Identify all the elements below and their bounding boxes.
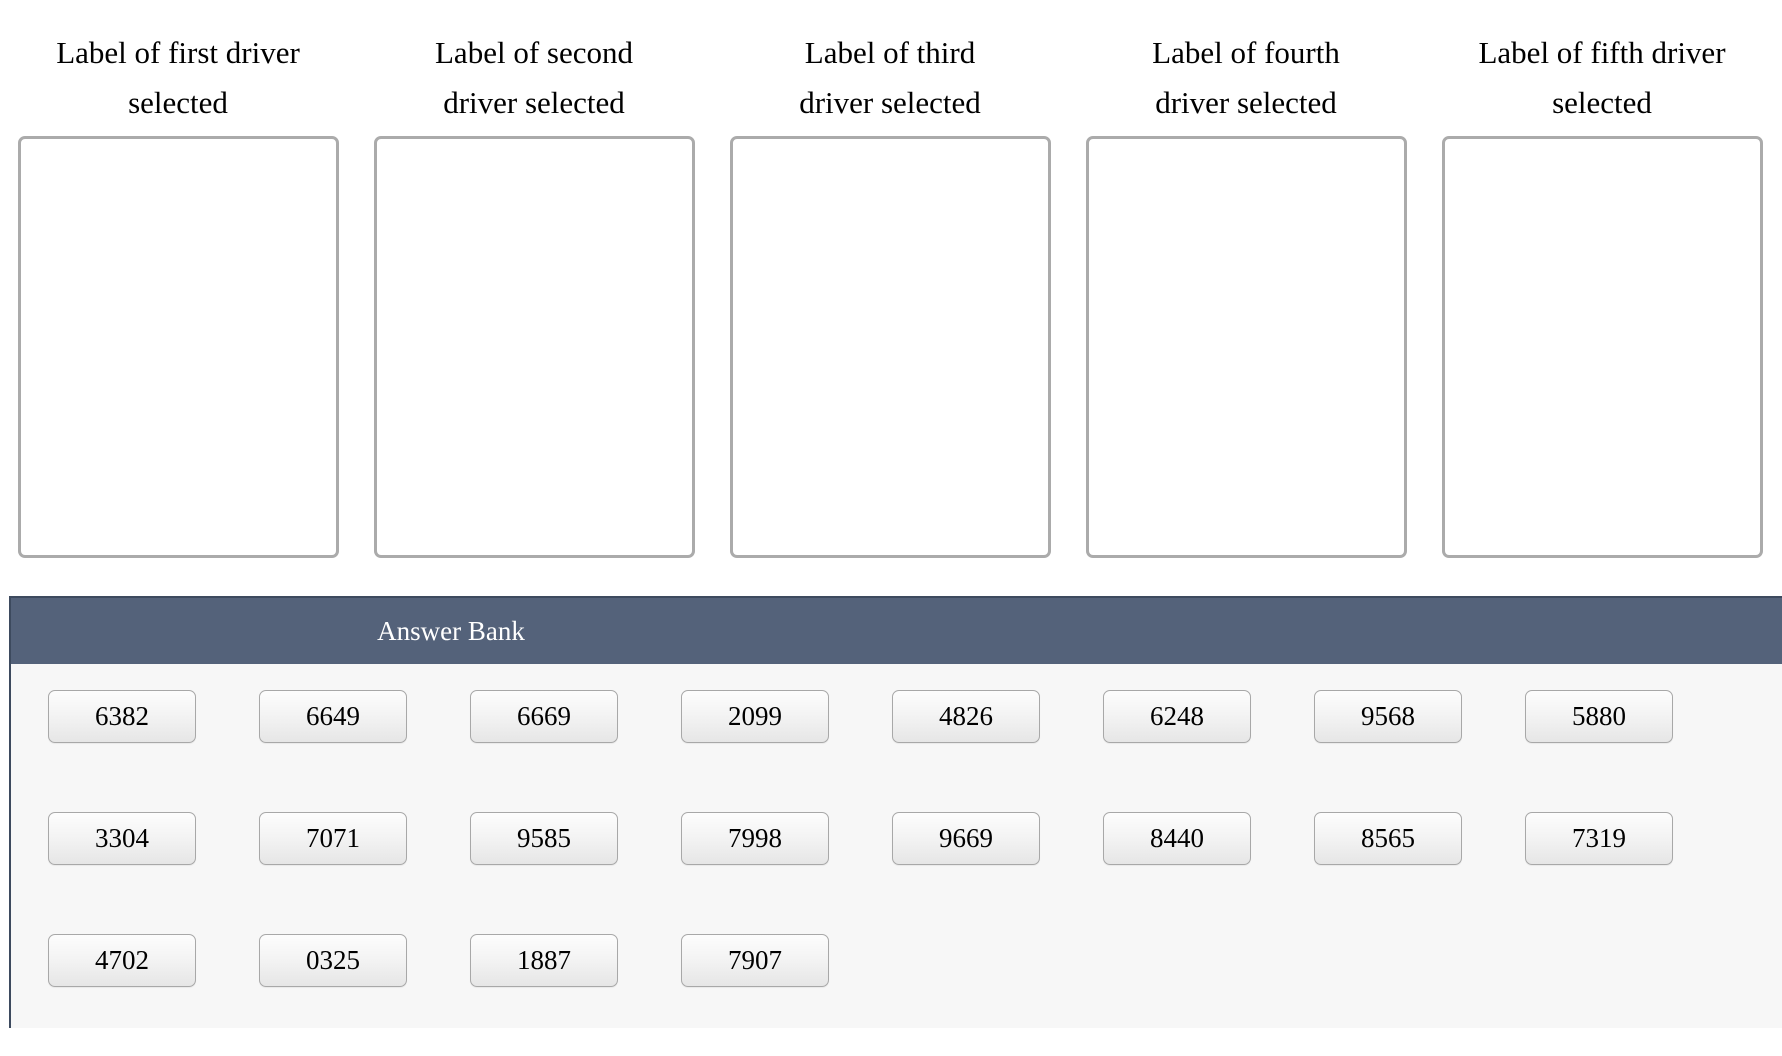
answer-chip[interactable]: 7998 xyxy=(681,812,829,865)
dropzone-target-4[interactable] xyxy=(1085,136,1407,558)
dropzone-cell-3: Label of third driver selected xyxy=(712,0,1068,558)
dropzone-cell-1: Label of first driver selected xyxy=(0,0,356,558)
answer-row: 4702 0325 1887 7907 xyxy=(11,934,1782,1056)
answer-bank-body: 6382 6649 6669 2099 4826 6248 9568 5880 3304 707… xyxy=(11,664,1782,1028)
dropzone-label-3: Label of third driver selected xyxy=(799,35,981,120)
dropzone-target-2[interactable] xyxy=(373,136,695,558)
answer-chip[interactable]: 7319 xyxy=(1525,812,1673,865)
dropzone-row: Label of first driver selected Label of … xyxy=(0,0,1782,567)
answer-row: 3304 7071 9585 7998 9669 8440 8565 7319 xyxy=(11,812,1782,934)
dropzone-target-5[interactable] xyxy=(1441,136,1763,558)
dropzone-label-1: Label of first driver selected xyxy=(56,35,300,120)
answer-chip[interactable]: 3304 xyxy=(48,812,196,865)
answer-chip[interactable]: 4826 xyxy=(892,690,1040,743)
answer-chip[interactable]: 7071 xyxy=(259,812,407,865)
answer-chip[interactable]: 2099 xyxy=(681,690,829,743)
answer-chip[interactable]: 8440 xyxy=(1103,812,1251,865)
dropzone-label-4: Label of fourth driver selected xyxy=(1152,35,1340,120)
answer-chip[interactable]: 7907 xyxy=(681,934,829,987)
answer-chip[interactable]: 5880 xyxy=(1525,690,1673,743)
answer-chip[interactable]: 6382 xyxy=(48,690,196,743)
answer-chip[interactable]: 4702 xyxy=(48,934,196,987)
answer-chip[interactable]: 0325 xyxy=(259,934,407,987)
dropzone-cell-2: Label of second driver selected xyxy=(356,0,712,558)
dropzone-cell-4: Label of fourth driver selected xyxy=(1068,0,1424,558)
answer-chip[interactable]: 6649 xyxy=(259,690,407,743)
dropzone-label-2: Label of second driver selected xyxy=(435,35,633,120)
answer-bank-title: Answer Bank xyxy=(11,598,1782,664)
answer-chip[interactable]: 9669 xyxy=(892,812,1040,865)
answer-chip[interactable]: 6248 xyxy=(1103,690,1251,743)
answer-chip[interactable]: 8565 xyxy=(1314,812,1462,865)
answer-chip[interactable]: 1887 xyxy=(470,934,618,987)
dropzone-label-5: Label of fifth driver selected xyxy=(1478,35,1726,120)
answer-row: 6382 6649 6669 2099 4826 6248 9568 5880 xyxy=(11,690,1782,812)
dropzone-cell-5: Label of fifth driver selected xyxy=(1424,0,1780,558)
dropzone-target-3[interactable] xyxy=(729,136,1051,558)
answer-chip[interactable]: 6669 xyxy=(470,690,618,743)
answer-bank-panel: Answer Bank 6382 6649 6669 2099 4826 6248 9568… xyxy=(9,596,1782,1028)
answer-chip[interactable]: 9568 xyxy=(1314,690,1462,743)
dropzone-target-1[interactable] xyxy=(17,136,339,558)
answer-chip[interactable]: 9585 xyxy=(470,812,618,865)
